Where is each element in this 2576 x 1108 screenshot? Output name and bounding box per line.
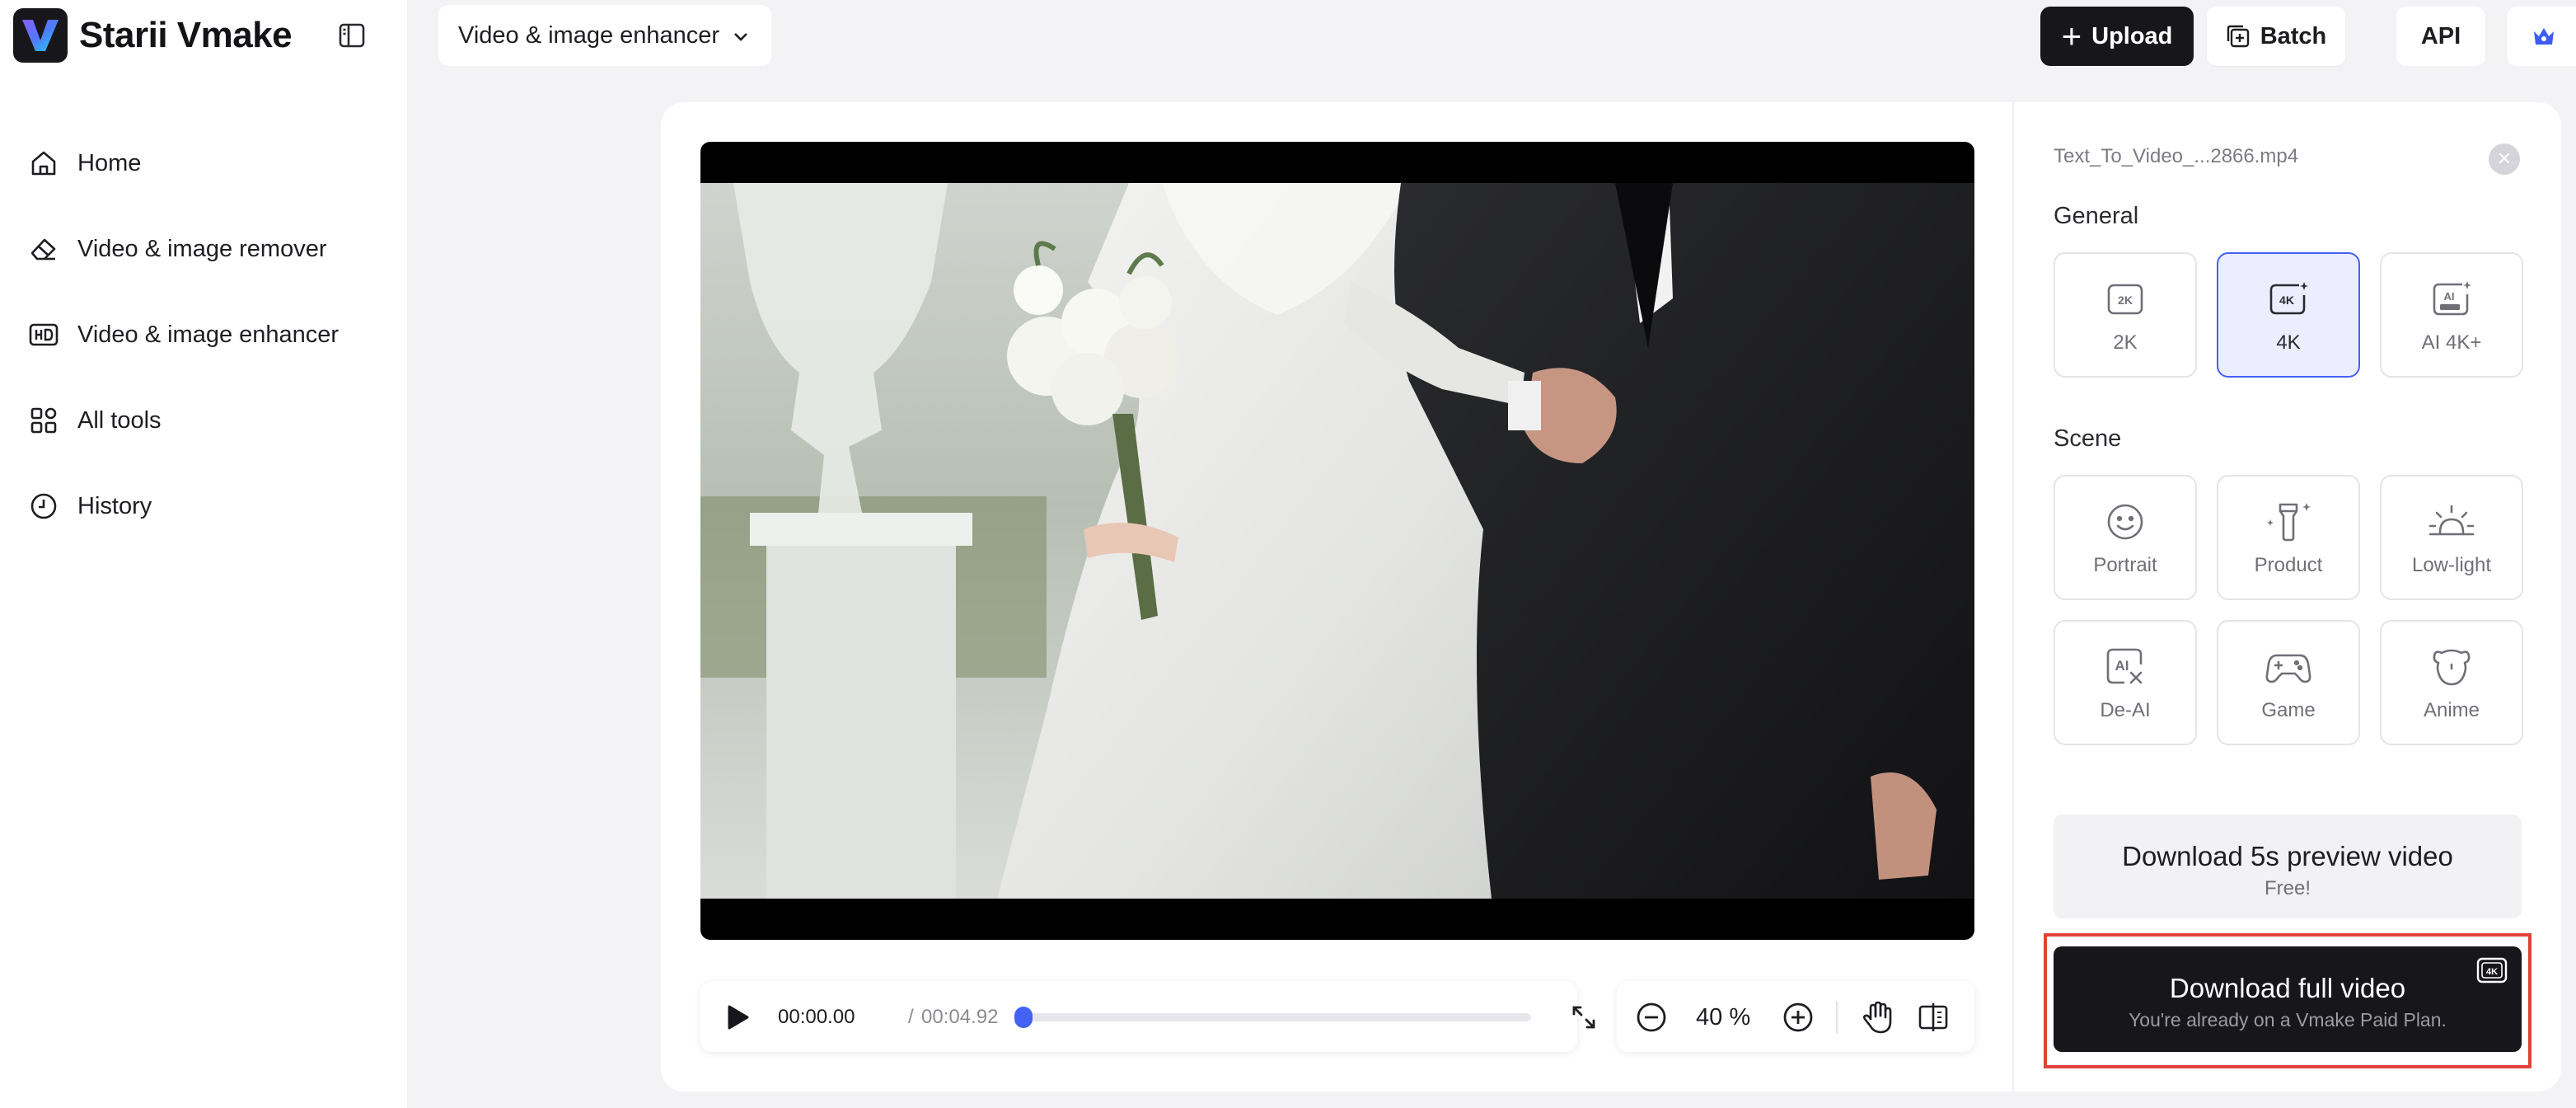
svg-text:4K: 4K — [2279, 293, 2294, 307]
option-label: 2K — [2113, 331, 2138, 354]
time-separator: / — [908, 1006, 914, 1028]
scene-de-ai[interactable]: AI De-AI — [2054, 620, 2197, 745]
premium-button[interactable] — [2507, 7, 2576, 66]
option-label: AI 4K+ — [2421, 331, 2482, 354]
fullscreen-icon[interactable] — [1567, 1001, 1600, 1034]
scene-portrait[interactable]: Portrait — [2054, 475, 2197, 600]
svg-text:AI: AI — [2444, 290, 2455, 303]
progress-track[interactable] — [1014, 1007, 1531, 1028]
play-icon[interactable] — [722, 1002, 752, 1032]
sidebar-toggle-icon[interactable] — [338, 21, 366, 49]
sidebar-item-label: Home — [77, 149, 142, 176]
scene-product[interactable]: Product — [2217, 475, 2360, 600]
upload-button[interactable]: + Upload — [2040, 7, 2194, 66]
plus-icon: + — [2061, 16, 2082, 55]
sidebar-item-label: All tools — [77, 406, 162, 434]
current-time: 00:00.00 — [778, 1006, 855, 1028]
sidebar-item-home[interactable]: Home — [0, 120, 407, 206]
download-preview-button[interactable]: Download 5s preview video Free! — [2054, 815, 2522, 918]
vmake-logo — [13, 8, 68, 63]
close-icon[interactable]: ✕ — [2489, 143, 2520, 175]
sidebar-item-label: Video & image remover — [77, 235, 327, 262]
hd-icon — [28, 319, 59, 350]
zoom-level: 40 % — [1696, 1004, 1751, 1031]
panel-divider — [2012, 102, 2014, 1092]
video-preview[interactable] — [700, 142, 1974, 940]
brand[interactable]: Starii Vmake — [13, 8, 293, 63]
player-controls: 00:00.00 / 00:04.92 — [700, 981, 1595, 1052]
4k-icon: 4K — [2218, 279, 2358, 320]
scene-game[interactable]: Game — [2217, 620, 2360, 745]
progress-thumb[interactable] — [1014, 1007, 1033, 1028]
option-label: 4K — [2276, 331, 2301, 354]
svg-text:2K: 2K — [2118, 293, 2133, 307]
sidebar: Starii Vmake Home Video & image remover … — [0, 0, 407, 1108]
scene-low-light[interactable]: Low-light — [2380, 475, 2523, 600]
home-icon — [28, 148, 59, 179]
mode-select-dropdown[interactable]: Video & image enhancer — [438, 5, 771, 66]
scene-section-title: Scene — [2054, 425, 2122, 452]
sidebar-item-enhancer[interactable]: Video & image enhancer — [0, 292, 407, 378]
option-2k[interactable]: 2K 2K — [2054, 252, 2197, 378]
svg-text:4K: 4K — [2486, 967, 2498, 977]
hand-pan-icon[interactable] — [1859, 999, 1895, 1035]
sidebar-item-all-tools[interactable]: All tools — [0, 378, 407, 463]
scene-anime[interactable]: Anime — [2380, 620, 2523, 745]
download-preview-title: Download 5s preview video — [2122, 841, 2453, 871]
api-label: API — [2420, 22, 2461, 49]
download-preview-subtitle: Free! — [2264, 877, 2311, 899]
sidebar-item-label: Video & image enhancer — [77, 321, 340, 348]
brand-name: Starii Vmake — [79, 15, 293, 55]
general-section-title: General — [2054, 203, 2139, 229]
upload-label: Upload — [2091, 22, 2173, 49]
option-label: De-AI — [2100, 699, 2151, 721]
file-name: Text_To_Video_...2866.mp4 — [2054, 145, 2299, 167]
api-button[interactable]: API — [2396, 7, 2485, 66]
compare-split-icon[interactable] — [1917, 1001, 1950, 1034]
total-time: 00:04.92 — [921, 1006, 999, 1028]
option-ai-4k-plus[interactable]: AI AI 4K+ — [2380, 252, 2523, 378]
batch-label: Batch — [2260, 22, 2327, 49]
option-label: Portrait — [2093, 554, 2157, 576]
sidebar-item-remover[interactable]: Video & image remover — [0, 206, 407, 292]
option-4k[interactable]: 4K 4K — [2217, 252, 2360, 378]
download-full-button[interactable]: Download full video You're already on a … — [2054, 946, 2522, 1052]
mode-select-value: Video & image enhancer — [458, 21, 720, 49]
clock-icon — [28, 491, 59, 522]
batch-icon — [2227, 25, 2249, 48]
bear-icon — [2382, 646, 2522, 688]
download-full-title: Download full video — [2169, 973, 2406, 1003]
video-frame — [700, 183, 1974, 899]
ai-ultra-icon: AI — [2382, 279, 2522, 320]
zoom-controls: 40 % — [1617, 981, 1974, 1052]
sidebar-item-history[interactable]: History — [0, 463, 407, 549]
svg-text:AI: AI — [2115, 658, 2129, 674]
grid-icon — [28, 405, 59, 436]
batch-button[interactable]: Batch — [2207, 7, 2345, 66]
option-label: Game — [2261, 699, 2316, 721]
editor-card: 00:00.00 / 00:04.92 40 % Text_To_Video_.… — [661, 102, 2561, 1092]
gamepad-icon — [2218, 646, 2358, 688]
de-ai-icon: AI — [2055, 646, 2195, 688]
eraser-icon — [28, 233, 59, 265]
option-label: Low-light — [2411, 554, 2492, 576]
4k-badge-icon: 4K — [2475, 956, 2508, 984]
zoom-divider — [1836, 1001, 1838, 1034]
chevron-down-icon — [731, 26, 751, 45]
smiley-icon — [2055, 501, 2195, 542]
sidebar-nav: Home Video & image remover Video & image… — [0, 120, 407, 549]
bottle-icon — [2218, 501, 2358, 542]
option-label: Product — [2254, 554, 2323, 576]
crown-icon — [2534, 28, 2554, 45]
sidebar-item-label: History — [77, 492, 152, 519]
option-label: Anime — [2423, 699, 2480, 721]
sunrise-icon — [2382, 501, 2522, 542]
zoom-in-icon[interactable] — [1782, 1001, 1815, 1034]
zoom-out-icon[interactable] — [1635, 1001, 1668, 1034]
download-full-subtitle: You're already on a Vmake Paid Plan. — [2129, 1009, 2447, 1031]
2k-icon: 2K — [2055, 279, 2195, 320]
